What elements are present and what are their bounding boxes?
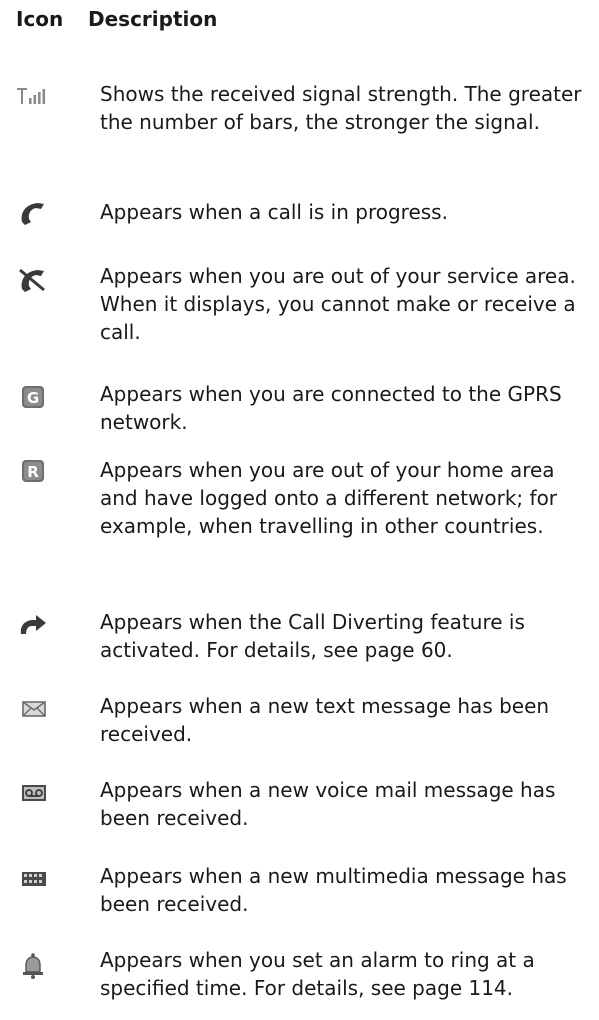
svg-text:R: R [27,463,39,481]
row-description: Shows the received signal strength. The … [100,82,582,134]
icon-column-header: Icon [16,7,64,31]
row-description: Appears when a new voice mail message ha… [100,778,556,830]
out-of-service-icon [14,264,50,294]
text-message-icon [14,694,50,724]
multimedia-message-icon [14,864,50,894]
row-description: Appears when a new multimedia message ha… [100,864,567,916]
signal-strength-icon [14,82,50,112]
voice-mail-icon [14,778,50,808]
roaming-icon: R [14,456,50,486]
call-divert-icon [14,610,50,640]
row-description: Appears when you set an alarm to ring at… [100,948,535,1000]
svg-text:G: G [27,389,39,407]
table-header: Icon Description [16,4,586,34]
row-description: Appears when you are out of your home ar… [100,458,558,538]
row-description: Appears when you are out of your service… [100,264,576,344]
row-description: Appears when a new text message has been… [100,694,550,746]
call-in-progress-icon [14,198,50,228]
icon-description-page: Icon Description Shows the received sign… [0,0,599,1020]
gprs-icon: G [14,382,50,412]
alarm-icon [14,950,50,980]
description-column-header: Description [88,7,218,31]
row-description: Appears when the Call Diverting feature … [100,610,525,662]
row-description: Appears when you are connected to the GP… [100,382,562,434]
row-description: Appears when a call is in progress. [100,200,448,224]
